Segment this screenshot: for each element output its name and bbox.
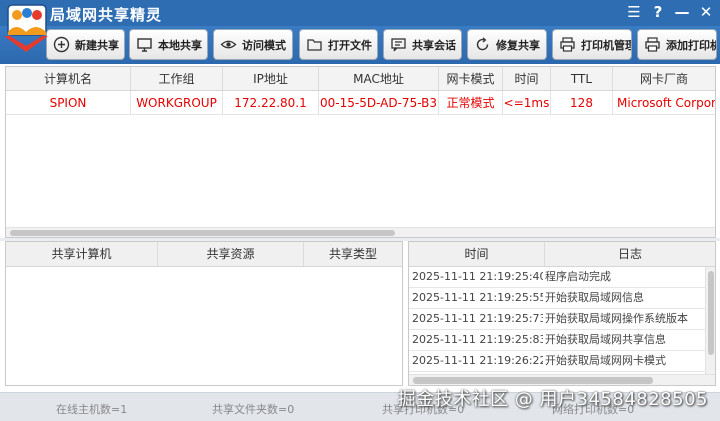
access-mode-button[interactable]: 访问模式 — [213, 29, 293, 60]
computer-table-hscrollbar[interactable] — [6, 227, 715, 237]
log-table[interactable]: 时间 日志 2025-11-11 21:19:25:403 程序启动完成 202… — [408, 241, 716, 386]
printer-add-icon — [645, 37, 660, 52]
repair-share-button[interactable]: 修复共享 — [467, 29, 547, 60]
share-session-label: 共享会话 — [412, 38, 456, 52]
cell-computer-name: SPION — [6, 91, 131, 114]
log-time: 2025-11-11 21:19:26:223 — [412, 354, 543, 367]
close-icon[interactable]: ✕ — [698, 3, 714, 21]
log-time: 2025-11-11 21:19:25:403 — [412, 270, 543, 283]
cell-time: <=1ms — [503, 91, 551, 114]
col-nic-mode[interactable]: 网卡模式 — [439, 67, 503, 90]
status-online-hosts: 在线主机数=1 — [56, 403, 128, 416]
chat-icon — [391, 38, 406, 52]
log-message: 程序启动完成 — [545, 270, 611, 283]
log-time: 2025-11-11 21:19:25:732 — [412, 312, 543, 325]
toolbar: 新建共享 本地共享 访问模式 打开文件 共享会话 修复共享 打印机管理 添加打印… — [0, 26, 720, 64]
scrollbar-thumb[interactable] — [10, 230, 395, 236]
new-share-button[interactable]: 新建共享 — [46, 29, 125, 60]
col-time[interactable]: 时间 — [503, 67, 551, 90]
cell-mac-address: 00-15-5D-AD-75-B3 — [319, 91, 439, 114]
col-share-computer[interactable]: 共享计算机 — [6, 242, 158, 266]
monitor-icon — [137, 38, 152, 52]
log-message: 开始获取局域网信息 — [545, 291, 644, 304]
shares-table-header: 共享计算机 共享资源 共享类型 — [6, 242, 402, 267]
add-printer-label: 添加打印机 — [666, 38, 717, 52]
col-workgroup[interactable]: 工作组 — [131, 67, 223, 90]
log-vscrollbar[interactable] — [705, 267, 715, 375]
col-computer-name[interactable]: 计算机名 — [6, 67, 131, 90]
plus-circle-icon — [53, 36, 70, 53]
printer-manage-label: 打印机管理 — [581, 38, 632, 52]
cell-nic-vendor: Microsoft Corporat — [617, 96, 715, 110]
log-message: 开始获取局域网网卡模式 — [545, 354, 666, 367]
app-logo-icon — [4, 4, 48, 52]
eye-icon — [220, 40, 237, 49]
local-share-button[interactable]: 本地共享 — [129, 29, 208, 60]
scrollbar-thumb[interactable] — [708, 271, 714, 355]
printer-icon — [560, 37, 575, 52]
list-item: 2025-11-11 21:19:25:403 程序启动完成 — [409, 267, 715, 288]
list-item: 2025-11-11 21:19:25:554 开始获取局域网信息 — [409, 288, 715, 309]
log-table-header: 时间 日志 — [409, 242, 715, 267]
col-log-time[interactable]: 时间 — [409, 242, 545, 266]
share-session-button[interactable]: 共享会话 — [383, 29, 462, 60]
access-mode-label: 访问模式 — [242, 38, 286, 52]
col-nic-vendor[interactable]: 网卡厂商 — [613, 67, 715, 90]
new-share-label: 新建共享 — [75, 38, 119, 52]
shares-table[interactable]: 共享计算机 共享资源 共享类型 — [5, 241, 403, 386]
printer-manage-button[interactable]: 打印机管理 — [552, 29, 632, 60]
help-icon[interactable]: ? — [650, 3, 666, 21]
col-ip-address[interactable]: IP地址 — [223, 67, 319, 90]
col-mac-address[interactable]: MAC地址 — [319, 67, 439, 90]
log-time: 2025-11-11 21:19:25:554 — [412, 291, 543, 304]
cell-nic-mode: 正常模式 — [439, 91, 503, 114]
repair-share-label: 修复共享 — [496, 38, 540, 52]
log-hscrollbar[interactable] — [409, 374, 715, 385]
log-message: 开始获取局域网操作系统版本 — [545, 312, 688, 325]
log-message: 开始获取局域网共享信息 — [545, 333, 666, 346]
col-ttl[interactable]: TTL — [551, 67, 613, 90]
cell-workgroup: WORKGROUP — [131, 91, 223, 114]
app-title: 局域网共享精灵 — [50, 6, 163, 24]
col-share-type[interactable]: 共享类型 — [304, 242, 402, 266]
scrollbar-thumb[interactable] — [413, 377, 653, 384]
cell-ip-address: 172.22.80.1 — [223, 91, 319, 114]
log-time: 2025-11-11 21:19:25:835 — [412, 333, 543, 346]
open-file-button[interactable]: 打开文件 — [299, 29, 378, 60]
status-shared-folders: 共享文件夹数=0 — [212, 403, 295, 416]
menu-icon[interactable]: ☰ — [626, 3, 642, 21]
col-share-resource[interactable]: 共享资源 — [158, 242, 304, 266]
watermark: 掘金技术社区 @ 用户34584828505 — [397, 389, 708, 410]
window-controls: ☰ ? — ✕ — [626, 3, 714, 21]
add-printer-button[interactable]: 添加打印机 — [637, 29, 717, 60]
refresh-icon — [476, 37, 489, 51]
list-item: 2025-11-11 21:19:25:835 开始获取局域网共享信息 — [409, 330, 715, 351]
open-file-label: 打开文件 — [328, 38, 372, 52]
minimize-icon[interactable]: — — [674, 3, 690, 21]
cell-ttl: 128 — [551, 91, 613, 114]
computer-table-header: 计算机名 工作组 IP地址 MAC地址 网卡模式 时间 TTL 网卡厂商 — [6, 67, 715, 91]
title-bar: 局域网共享精灵 ☰ ? — ✕ — [0, 0, 720, 26]
col-log-message[interactable]: 日志 — [545, 242, 715, 266]
list-item: 2025-11-11 21:19:25:732 开始获取局域网操作系统版本 — [409, 309, 715, 330]
table-row[interactable]: SPION WORKGROUP 172.22.80.1 00-15-5D-AD-… — [6, 91, 715, 115]
local-share-label: 本地共享 — [158, 38, 202, 52]
computer-table[interactable]: 计算机名 工作组 IP地址 MAC地址 网卡模式 时间 TTL 网卡厂商 SPI… — [5, 66, 716, 238]
folder-icon — [307, 39, 322, 51]
list-item: 2025-11-11 21:19:26:223 开始获取局域网网卡模式 — [409, 351, 715, 372]
